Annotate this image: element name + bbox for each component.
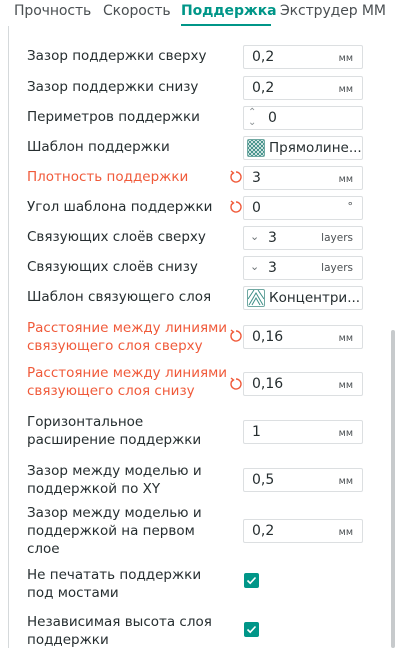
density-value: 3 [252,170,261,186]
bottom-z-distance-label: Зазор поддержки снизу [27,79,199,95]
top-interface-layers-value: 3 [268,230,277,246]
scrollbar[interactable] [391,330,395,648]
top-interface-layers-label: Связующих слоёв сверху [27,229,206,245]
unit-label: мм [338,174,353,185]
first-layer-gap-input[interactable]: 0,2 мм [243,519,363,543]
unit-label: мм [338,53,353,64]
dont-support-bridges-checkbox[interactable] [244,573,259,588]
reset-icon[interactable] [229,377,243,391]
object-xy-distance-label-line1: Зазор между моделью и [27,463,202,479]
top-interface-spacing-label-line1: Расстояние между линиями [27,320,228,336]
object-xy-distance-value: 0,5 [252,472,275,488]
panel-border [8,26,9,648]
bottom-interface-spacing-input[interactable]: 0,16 мм [243,372,363,396]
expansion-input[interactable]: 1 мм [243,420,363,444]
expansion-label-line2: расширение поддержки [27,432,202,448]
unit-label: мм [338,333,353,344]
top-interface-layers-combobox[interactable]: ⌄ 3 layers [243,226,363,250]
interface-pattern-value: Концентри... [269,290,361,306]
base-pattern-combobox[interactable]: Прямолине... [243,136,363,160]
chevron-down-icon[interactable]: ⌄ [250,260,259,273]
density-label: Плотность поддержки [27,169,189,185]
active-tab-indicator [181,24,271,26]
pattern-angle-value: 0 [252,200,261,216]
rectilinear-pattern-icon [247,139,265,157]
tab-speed[interactable]: Скорость [103,3,171,19]
bottom-interface-layers-value: 3 [268,260,277,276]
interface-pattern-label: Шаблон связующего слоя [27,289,212,305]
reset-icon[interactable] [229,200,243,214]
top-interface-spacing-input[interactable]: 0,16 мм [243,325,363,349]
unit-label: мм [338,84,353,95]
unit-label: мм [338,428,353,439]
base-pattern-value: Прямолине... [269,140,362,156]
wall-loops-value: 0 [268,110,277,126]
pattern-angle-label: Угол шаблона поддержки [27,199,213,215]
unit-label: мм [338,527,353,538]
tab-bar: Прочность Скорость Поддержка Экструдер M… [0,0,396,26]
bottom-interface-spacing-label-line1: Расстояние между линиями [27,365,228,381]
object-xy-distance-label-line2: поддержкой по XY [27,481,161,497]
object-xy-distance-input[interactable]: 0,5 мм [243,468,363,492]
dont-support-bridges-label-line2: под мостами [27,585,119,601]
reset-icon[interactable] [229,329,243,343]
top-z-distance-input[interactable]: 0,2 мм [243,45,363,69]
top-z-distance-label: Зазор поддержки сверху [27,48,207,64]
unit-label: layers [321,232,353,244]
interface-pattern-combobox[interactable]: Концентри... [243,286,363,310]
independent-layer-height-checkbox[interactable] [244,622,259,637]
pattern-angle-input[interactable]: 0 ° [243,196,363,220]
bottom-interface-layers-combobox[interactable]: ⌄ 3 layers [243,256,363,280]
first-layer-gap-label-line1: Зазор между моделью и [27,505,202,521]
bottom-interface-layers-label: Связующих слоёв снизу [27,259,198,275]
unit-label: layers [321,262,353,274]
independent-layer-height-label-line1: Независимая высота слоя [27,614,212,630]
wall-loops-spinbox[interactable]: ⌃ ⌄ 0 [243,106,363,130]
unit-label: ° [347,200,354,213]
wall-loops-label: Периметров поддержки [27,109,200,125]
top-z-distance-value: 0,2 [252,49,275,65]
tab-strength[interactable]: Прочность [14,3,91,19]
bottom-interface-spacing-label-line2: связующего слоя снизу [27,383,195,399]
tab-multimaterial[interactable]: Экструдер MM [280,3,386,19]
spin-arrows-icon[interactable]: ⌃ ⌄ [248,108,256,128]
bottom-z-distance-input[interactable]: 0,2 мм [243,76,363,100]
top-interface-spacing-value: 0,16 [252,329,284,345]
density-input[interactable]: 3 мм [243,166,363,190]
checkmark-icon [246,576,257,585]
bottom-interface-spacing-value: 0,16 [252,376,284,392]
unit-label: мм [338,380,353,391]
independent-layer-height-label-line2: поддержки [27,632,109,648]
tab-support[interactable]: Поддержка [181,3,277,19]
dont-support-bridges-label-line1: Не печатать поддержки [27,567,202,583]
expansion-label-line1: Горизонтальное [27,414,144,430]
first-layer-gap-value: 0,2 [252,523,275,539]
first-layer-gap-label-line2: поддержкой на первом [27,523,195,539]
expansion-value: 1 [252,424,261,440]
concentric-pattern-icon [247,289,265,307]
chevron-down-icon[interactable]: ⌄ [250,230,259,243]
bottom-z-distance-value: 0,2 [252,80,275,96]
unit-label: мм [338,476,353,487]
reset-icon[interactable] [229,170,243,184]
checkmark-icon [246,625,257,634]
base-pattern-label: Шаблон поддержки [27,139,170,155]
first-layer-gap-label-line3: слое [27,541,60,557]
top-interface-spacing-label-line2: связующего слоя сверху [27,338,203,354]
